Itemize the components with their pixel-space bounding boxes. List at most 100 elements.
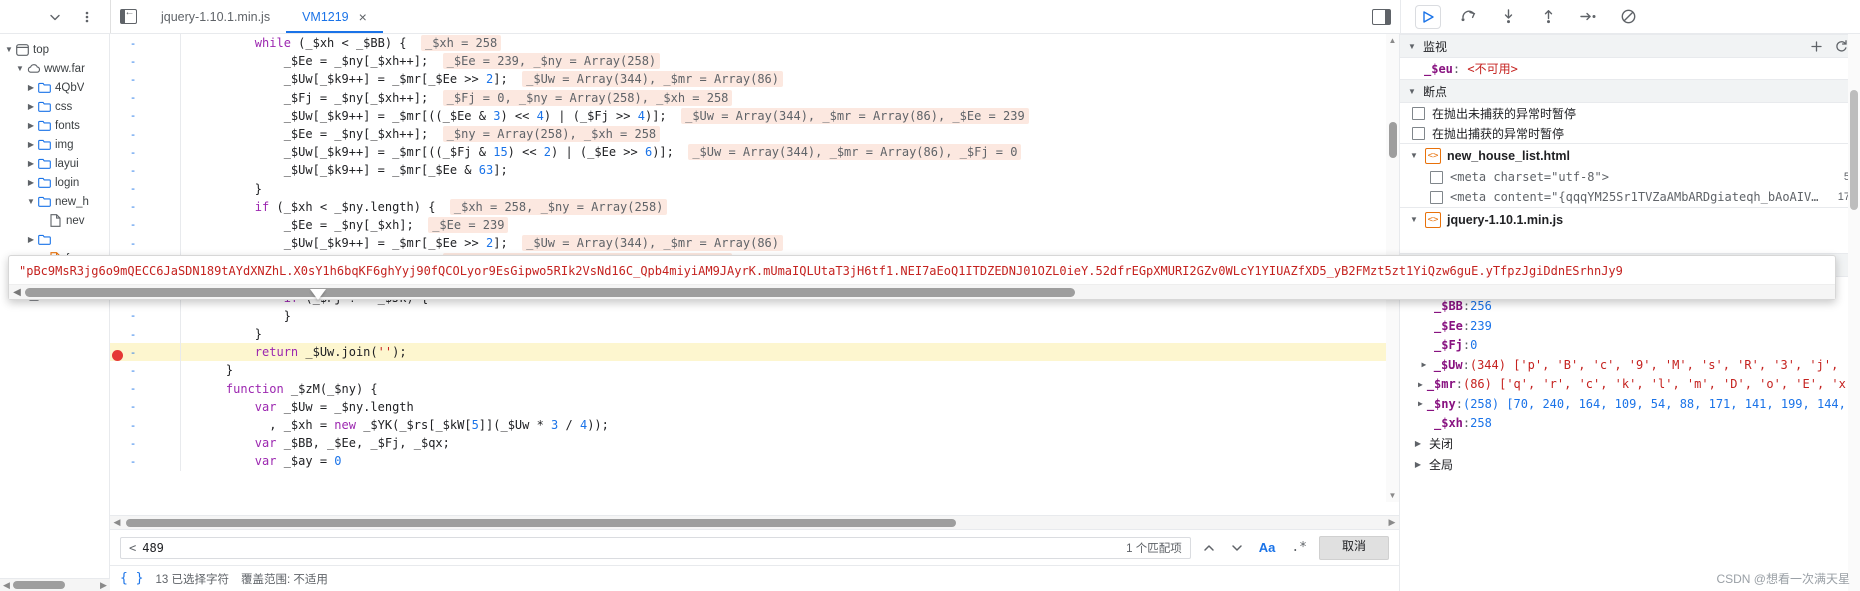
line-gutter[interactable]: -	[110, 237, 156, 250]
match-case-button[interactable]: Aa	[1255, 540, 1280, 555]
code-line[interactable]: - }	[110, 361, 1399, 380]
line-gutter[interactable]: -	[110, 55, 156, 68]
breakpoint-file-group[interactable]: <> jquery-1.10.1.min.js	[1400, 207, 1860, 231]
scope-global-row[interactable]: 全局	[1400, 454, 1860, 475]
file-tree-item[interactable]: nev	[0, 211, 109, 230]
line-gutter[interactable]: -	[110, 328, 156, 341]
tooltip-horizontal-scrollbar[interactable]: ◀	[9, 284, 1835, 299]
plus-icon[interactable]	[1810, 40, 1823, 53]
refresh-icon[interactable]	[1835, 39, 1848, 53]
chevron-right-icon[interactable]	[25, 102, 37, 111]
checkbox[interactable]	[1430, 170, 1443, 184]
scroll-right-arrow-icon[interactable]: ▶	[1385, 517, 1399, 528]
chevron-down-icon[interactable]	[1408, 215, 1420, 224]
code-line[interactable]: - _$Uw[_$k9++] = _$mr[((_$Ee & 3) << 4) …	[110, 106, 1399, 125]
chevron-right-icon[interactable]	[1418, 360, 1430, 369]
chevron-right-icon[interactable]	[1412, 439, 1424, 448]
file-tree-item[interactable]: css	[0, 97, 109, 116]
line-gutter[interactable]: -	[110, 128, 156, 141]
scroll-up-arrow-icon[interactable]: ▲	[1388, 36, 1397, 45]
code-line[interactable]: - var _$ay = 0	[110, 452, 1399, 471]
breakpoint-item[interactable]: <meta content="{qqqYM25Sr1TVZaAMbARDgiat…	[1400, 187, 1860, 207]
line-gutter[interactable]: -	[110, 346, 156, 361]
chevron-right-icon[interactable]	[25, 159, 37, 168]
use-regex-button[interactable]: .*	[1287, 540, 1311, 555]
line-gutter[interactable]: -	[110, 455, 156, 468]
line-gutter[interactable]: -	[110, 73, 156, 86]
scroll-down-arrow-icon[interactable]: ▼	[1388, 491, 1397, 500]
line-gutter[interactable]: -	[110, 218, 156, 231]
code-line[interactable]: - _$Fj = _$ny[_$xh++]; _$Fj = 0, _$ny = …	[110, 88, 1399, 107]
tooltip-scroll-thumb[interactable]	[25, 287, 1075, 297]
breakpoint-marker-icon[interactable]	[112, 349, 123, 361]
kebab-menu-icon[interactable]	[76, 6, 98, 28]
breakpoint-option-row[interactable]: 在抛出未捕获的异常时暂停	[1400, 103, 1860, 123]
chevron-down-icon[interactable]	[3, 45, 15, 54]
deactivate-breakpoints-button[interactable]	[1615, 5, 1641, 29]
line-gutter[interactable]: -	[110, 109, 156, 122]
code-line[interactable]: - _$Uw[_$k9++] = _$mr[_$Ee >> 2]; _$Uw =…	[110, 234, 1399, 253]
code-line[interactable]: - _$Ee = _$ny[_$xh]; _$Ee = 239	[110, 215, 1399, 235]
checkbox[interactable]	[1412, 126, 1425, 140]
chevron-right-icon[interactable]	[25, 83, 37, 92]
tab-vm1219[interactable]: VM1219 ×	[286, 0, 383, 33]
code-line[interactable]: - }	[110, 179, 1399, 198]
vertical-scroll-thumb[interactable]	[1389, 122, 1397, 158]
line-gutter[interactable]: -	[110, 400, 156, 413]
code-line[interactable]: - _$Ee = _$ny[_$xh++]; _$Ee = 239, _$ny …	[110, 52, 1399, 71]
code-line[interactable]: - var _$Uw = _$ny.length	[110, 397, 1399, 416]
file-tree-item[interactable]: new_h	[0, 192, 109, 211]
find-next-button[interactable]	[1227, 538, 1247, 558]
code-line[interactable]: - return _$Uw.join('');	[110, 343, 1399, 362]
show-navigator-icon[interactable]	[111, 0, 145, 33]
chevron-right-icon[interactable]	[25, 121, 37, 130]
scroll-left-arrow-icon[interactable]: ◀	[9, 287, 25, 298]
dock-to-right-icon[interactable]	[1370, 6, 1392, 28]
breakpoint-item[interactable]: <meta charset="utf-8"> 5	[1400, 167, 1860, 187]
line-gutter[interactable]: -	[110, 182, 156, 195]
file-tree-item[interactable]: 4QbV	[0, 78, 109, 97]
search-input[interactable]: < 489 1 个匹配项	[120, 536, 1191, 559]
chevron-down-icon[interactable]	[44, 6, 66, 28]
sidebar-vertical-scrollbar[interactable]	[1848, 34, 1860, 591]
line-gutter[interactable]: -	[110, 437, 156, 450]
scroll-right-arrow-icon[interactable]: ▶	[97, 580, 110, 591]
line-gutter[interactable]: -	[110, 146, 156, 159]
cancel-button[interactable]: 取消	[1318, 535, 1389, 560]
scope-variable-row[interactable]: _$ny: (258) [70, 240, 164, 109, 54, 88, …	[1400, 394, 1860, 414]
line-gutter[interactable]: -	[110, 364, 156, 377]
step-out-of-current-function-button[interactable]	[1535, 5, 1561, 29]
navigator-file-tree[interactable]: top www.far 4QbV css fonts img layui login new_h…	[0, 34, 110, 591]
source-horizontal-scrollbar[interactable]: ◀ ▶	[110, 515, 1399, 529]
line-gutter[interactable]: -	[110, 37, 156, 50]
file-tree-item[interactable]: img	[0, 135, 109, 154]
chevron-down-icon[interactable]	[1406, 87, 1418, 96]
chevron-right-icon[interactable]	[1412, 460, 1424, 469]
code-line[interactable]: - }	[110, 325, 1399, 344]
scope-variable-row[interactable]: _$Uw: (344) ['p', 'B', 'c', '9', 'M', 's…	[1400, 355, 1860, 375]
scope-variable-row[interactable]: _$Fj: 0	[1400, 336, 1860, 356]
step-over-next-function-call-button[interactable]	[1455, 5, 1481, 29]
breakpoint-file-group[interactable]: <> new_house_list.html	[1400, 143, 1860, 167]
pretty-print-button[interactable]: { }	[120, 571, 143, 586]
code-line[interactable]: - , _$xh = new _$YK(_$rs[_$kW[5]](_$Uw *…	[110, 415, 1399, 435]
breakpoints-section-header[interactable]: 断点	[1400, 79, 1860, 103]
chevron-right-icon[interactable]	[25, 178, 37, 187]
sidebar-scroll-thumb[interactable]	[1850, 90, 1858, 210]
file-tree-item[interactable]: www.far	[0, 59, 109, 78]
chevron-down-icon[interactable]	[25, 197, 37, 206]
chevron-right-icon[interactable]	[25, 235, 37, 244]
step-button[interactable]	[1575, 5, 1601, 29]
file-tree-item[interactable]: layui	[0, 154, 109, 173]
code-line[interactable]: - while (_$xh < _$BB) { _$xh = 258	[110, 34, 1399, 53]
code-line[interactable]: - }	[110, 306, 1399, 325]
breakpoint-option-row[interactable]: 在抛出捕获的异常时暂停	[1400, 123, 1860, 143]
step-into-next-function-call-button[interactable]	[1495, 5, 1521, 29]
scope-variable-row[interactable]: _$Ee: 239	[1400, 316, 1860, 336]
chevron-right-icon[interactable]	[1418, 380, 1423, 389]
horizontal-scroll-thumb[interactable]	[126, 518, 956, 527]
code-line[interactable]: - _$Uw[_$k9++] = _$mr[_$Ee >> 2]; _$Uw =…	[110, 70, 1399, 89]
chevron-right-icon[interactable]	[1418, 399, 1423, 408]
checkbox[interactable]	[1430, 190, 1443, 204]
navigator-horizontal-scrollbar[interactable]: ◀ ▶	[0, 578, 110, 591]
